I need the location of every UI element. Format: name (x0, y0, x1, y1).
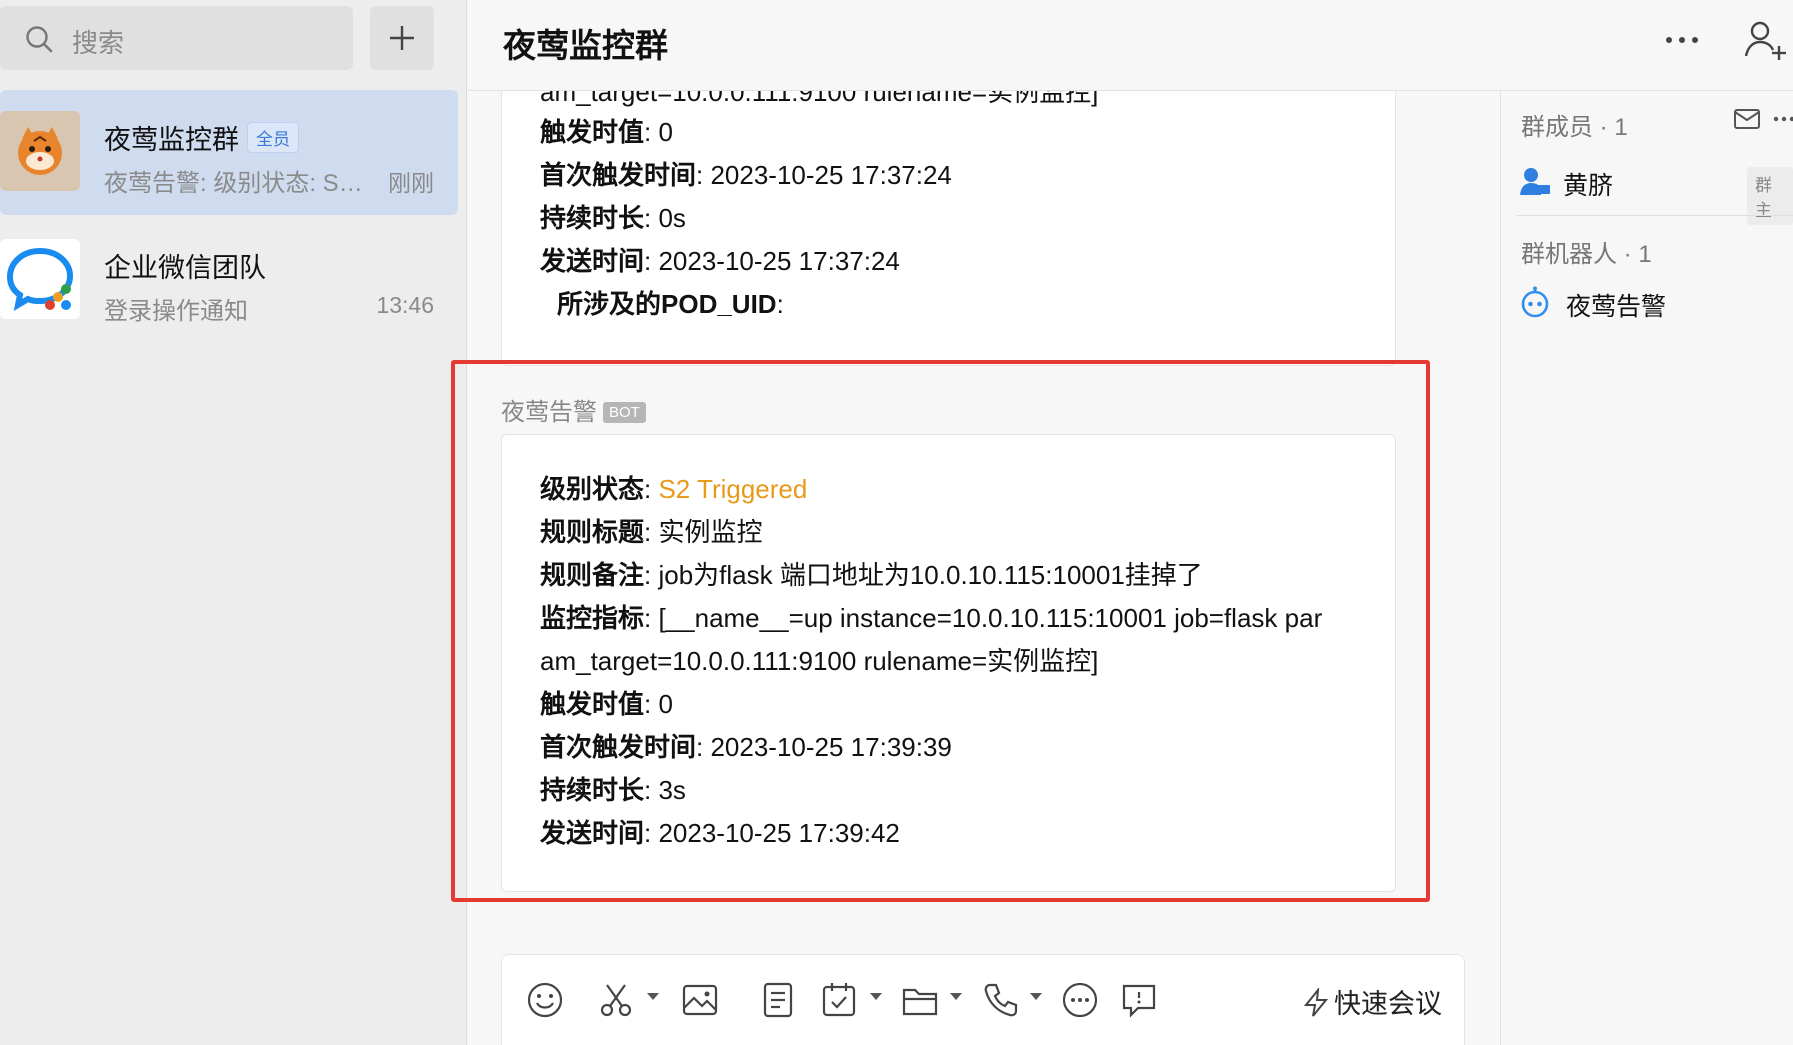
owner-badge: 群主 (1747, 167, 1793, 225)
search-input[interactable]: 搜索 (0, 6, 353, 70)
duration-label: 持续时长 (540, 203, 645, 233)
search-icon (26, 26, 53, 53)
quick-meeting-button[interactable]: 快速会议 (1302, 982, 1442, 1021)
member-name: 黄脐 (1563, 172, 1614, 200)
quick-meeting-label: 快速会议 (1334, 989, 1442, 1019)
pod-uid-line: 所涉及的POD_UID: (557, 284, 784, 321)
add-member-icon[interactable] (1744, 18, 1788, 62)
pod-uid-label: 所涉及的POD_UID (557, 289, 777, 319)
conversation-title: 夜莺监控群 (104, 125, 239, 155)
chevron-down-icon[interactable] (647, 993, 659, 1000)
more-options-icon[interactable] (1773, 115, 1793, 123)
send-time-label: 发送时间 (540, 246, 645, 276)
divider (1517, 215, 1793, 216)
member-avatar-icon (1520, 168, 1550, 195)
metric-cont-line: am_target=10.0.0.111:9100 rulename=实例监控] (540, 91, 1099, 107)
robot-icon (1521, 286, 1549, 318)
image-icon[interactable] (681, 981, 719, 1019)
document-icon[interactable] (759, 981, 797, 1019)
conversation-preview: 登录操作通知 (104, 298, 248, 325)
pod-uid-value: : (776, 289, 784, 319)
chevron-down-icon[interactable] (870, 993, 882, 1000)
chevron-down-icon[interactable] (950, 993, 962, 1000)
send-time-line: 发送时间: 2023-10-25 17:37:24 (540, 241, 900, 278)
message-bubble: am_target=10.0.0.111:9100 rulename=实例监控]… (501, 91, 1396, 366)
duration-line: 持续时长: 0s (540, 198, 686, 235)
add-button[interactable] (370, 6, 434, 70)
threshold-line: 触发时值: 0 (540, 112, 673, 149)
conversation-pane: 搜索 夜莺监控群全员 夜莺告警: 级别状态: S2 Triggered 刚刚 (0, 0, 467, 1045)
conversation-time: 刚刚 (388, 170, 434, 196)
scissors-icon[interactable] (597, 981, 635, 1019)
conversation-name: 夜莺监控群 全员 (104, 118, 299, 157)
wecom-team-avatar (0, 239, 80, 319)
more-options-icon[interactable] (1663, 25, 1703, 55)
first-trigger-label: 首次触发时间 (540, 160, 697, 190)
duration-value: : 0s (644, 203, 686, 233)
more-icon[interactable] (1061, 981, 1099, 1019)
threshold-value: : 0 (644, 117, 673, 147)
lightning-icon (1303, 986, 1329, 1017)
chat-title: 夜莺监控群 (503, 27, 668, 64)
phone-icon[interactable] (982, 981, 1020, 1019)
emoji-icon[interactable] (526, 981, 564, 1019)
conversation-preview: 夜莺告警: 级别状态: S2 Triggered (104, 170, 374, 197)
conversation-title: 企业微信团队 (104, 253, 266, 283)
first-trigger-value: : 2023-10-25 17:37:24 (696, 160, 952, 190)
first-trigger-line: 首次触发时间: 2023-10-25 17:37:24 (540, 155, 952, 192)
plus-icon (390, 26, 414, 50)
conversation-item[interactable]: 企业微信团队 登录操作通知 13:46 (0, 218, 458, 343)
group-avatar (0, 111, 80, 191)
input-toolbar: 快速会议 (501, 954, 1465, 1045)
folder-icon[interactable] (901, 981, 939, 1019)
conversation-time: 13:46 (376, 292, 434, 318)
chat-record-icon[interactable] (1120, 981, 1158, 1019)
send-time-value: : 2023-10-25 17:37:24 (644, 246, 900, 276)
schedule-icon[interactable] (820, 981, 858, 1019)
robots-header: 群机器人 · 1 (1521, 241, 1652, 268)
chat-header: 夜莺监控群 (468, 0, 1793, 91)
all-members-tag: 全员 (247, 122, 299, 153)
conversation-item[interactable]: 夜莺监控群全员 夜莺告警: 级别状态: S2 Triggered 刚刚 (0, 90, 458, 215)
search-placeholder: 搜索 (72, 28, 125, 58)
highlight-box (451, 360, 1430, 902)
group-info-sidebar: 群成员 · 1 黄脐 群主 群机器人 · 1 夜莺告警 (1500, 91, 1793, 1045)
chevron-down-icon[interactable] (1030, 993, 1042, 1000)
members-header: 群成员 · 1 (1521, 114, 1628, 141)
robot-name: 夜莺告警 (1566, 293, 1667, 321)
mail-icon[interactable] (1734, 109, 1760, 129)
threshold-label: 触发时值 (540, 117, 645, 147)
